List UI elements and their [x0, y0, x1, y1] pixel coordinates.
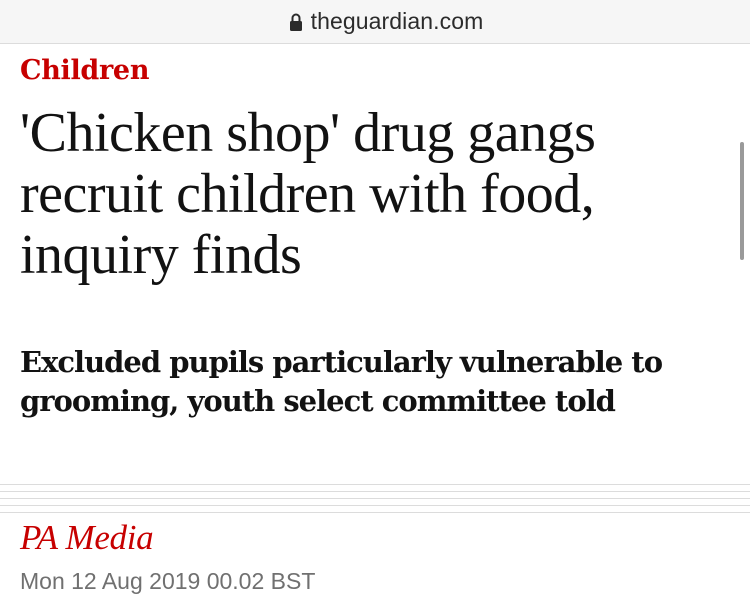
publish-date: Mon 12 Aug 2019 00.02 BST	[20, 568, 316, 594]
lock-icon	[289, 12, 303, 32]
browser-url-bar[interactable]: theguardian.com	[0, 0, 750, 44]
url-display[interactable]: theguardian.com	[289, 8, 484, 35]
url-text: theguardian.com	[310, 8, 484, 34]
section-kicker[interactable]: Children	[20, 55, 149, 86]
divider-rules	[0, 484, 750, 514]
article-headline: 'Chicken shop' drug gangs recruit childr…	[20, 102, 596, 286]
byline-link[interactable]: PA Media	[20, 518, 154, 558]
article-page: theguardian.com Children 'Chicken shop' …	[0, 0, 750, 612]
scrollbar[interactable]	[740, 142, 744, 260]
article-standfirst: Excluded pupils particularly vulnerable …	[20, 345, 663, 418]
